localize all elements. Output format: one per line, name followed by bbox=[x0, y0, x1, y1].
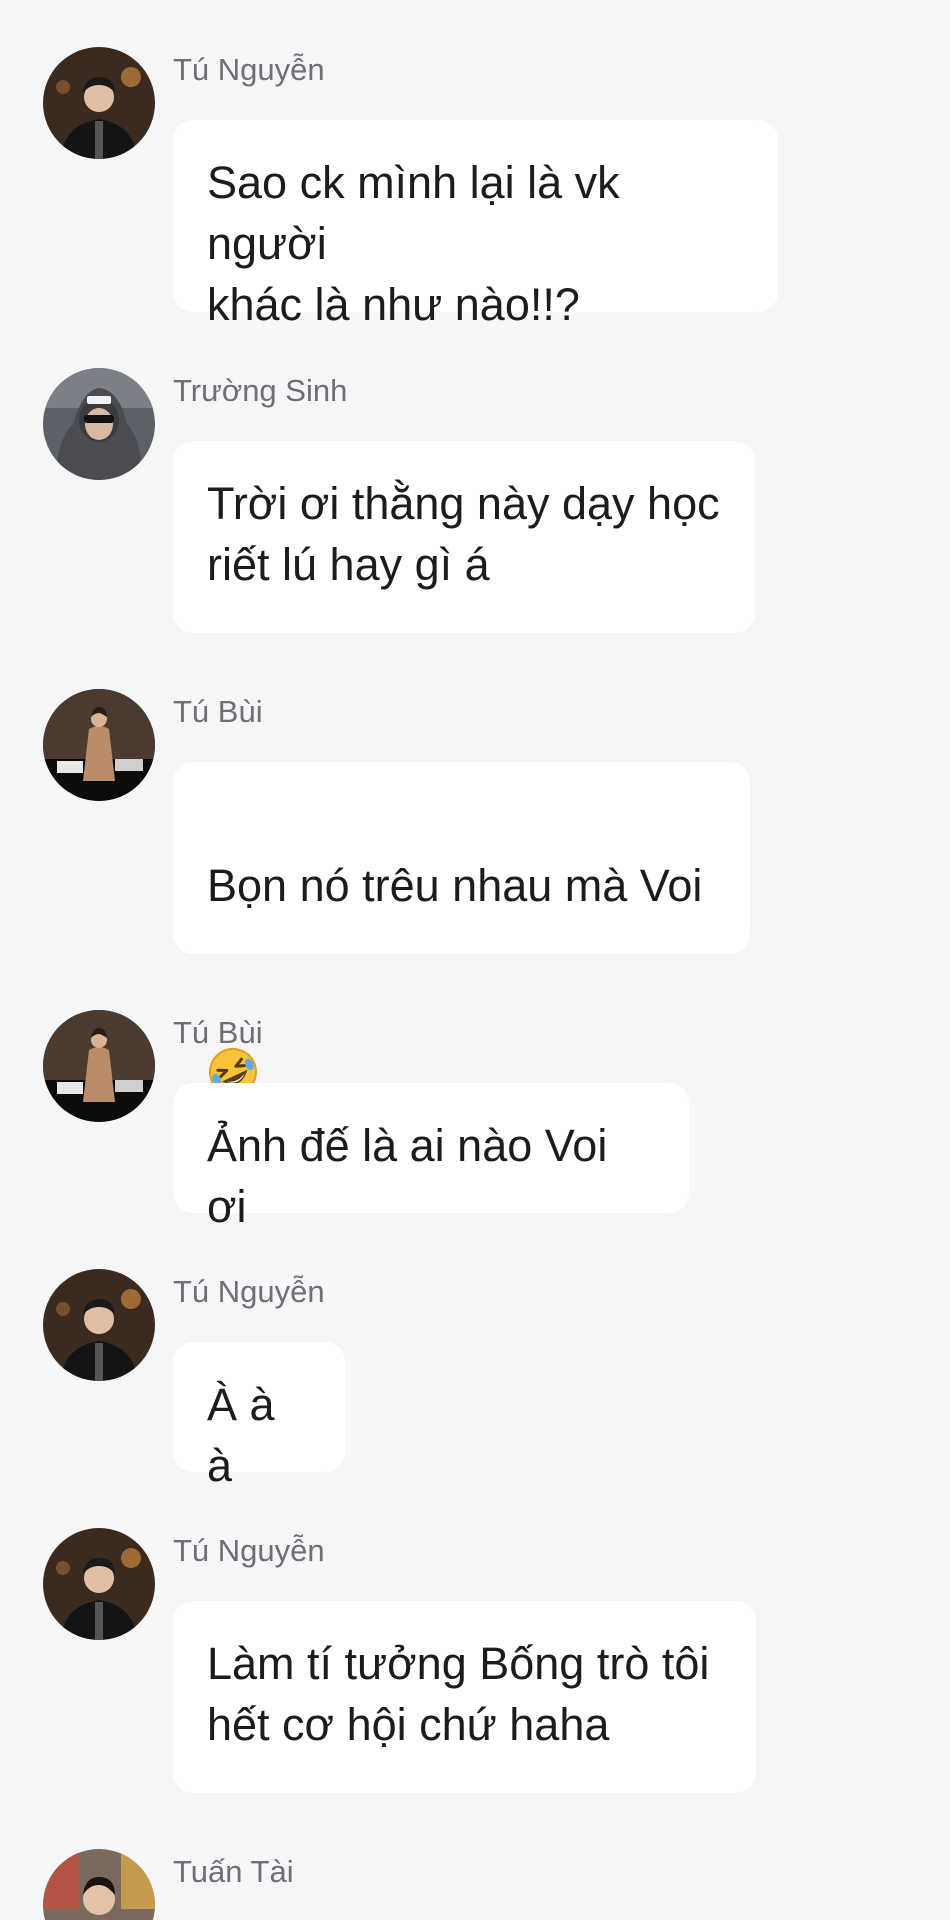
avatar[interactable] bbox=[43, 47, 155, 159]
avatar[interactable] bbox=[43, 689, 155, 801]
avatar[interactable] bbox=[43, 1849, 155, 1920]
avatar[interactable] bbox=[43, 1269, 155, 1381]
sender-name: Tú Bùi bbox=[173, 694, 263, 729]
avatar[interactable] bbox=[43, 1528, 155, 1640]
sender-name: Tú Bùi bbox=[173, 1015, 263, 1050]
message-bubble[interactable]: À à à bbox=[173, 1342, 345, 1491]
person-in-coat-avatar-icon bbox=[43, 689, 155, 801]
message-bubble[interactable]: Bọn nó trêu nhau mà Voi bbox=[173, 762, 750, 1097]
message-bubble[interactable]: Sao ck mình lại là vk người khác là như … bbox=[173, 120, 778, 330]
sender-name: Tú Nguyễn bbox=[173, 52, 325, 87]
person-in-coat-avatar-icon bbox=[43, 1010, 155, 1122]
avatar[interactable] bbox=[43, 1010, 155, 1122]
chat-thread: Tú Nguyễn Sao ck mình lại là vk người kh… bbox=[0, 0, 950, 1920]
man-street-avatar-icon bbox=[43, 1849, 155, 1920]
man-in-black-shirt-avatar-icon bbox=[43, 1528, 155, 1640]
avatar[interactable] bbox=[43, 368, 155, 480]
message-bubble[interactable]: Trời ơi thằng này dạy học riết lú hay gì… bbox=[173, 441, 755, 633]
sender-name: Trường Sinh bbox=[173, 373, 348, 408]
message-bubble[interactable]: Ảnh đế là ai nào Voi ơi bbox=[173, 1083, 689, 1232]
man-in-black-shirt-avatar-icon bbox=[43, 47, 155, 159]
man-in-hood-sunglasses-avatar-icon bbox=[43, 368, 155, 480]
man-in-black-shirt-avatar-icon bbox=[43, 1269, 155, 1381]
sender-name: Tuấn Tài bbox=[173, 1854, 294, 1889]
sender-name: Tú Nguyễn bbox=[173, 1274, 325, 1309]
message-text: Bọn nó trêu nhau mà Voi bbox=[207, 860, 703, 911]
message-bubble[interactable]: Làm tí tưởng Bống trò tôi hết cơ hội chứ… bbox=[173, 1601, 756, 1793]
sender-name: Tú Nguyễn bbox=[173, 1533, 325, 1568]
